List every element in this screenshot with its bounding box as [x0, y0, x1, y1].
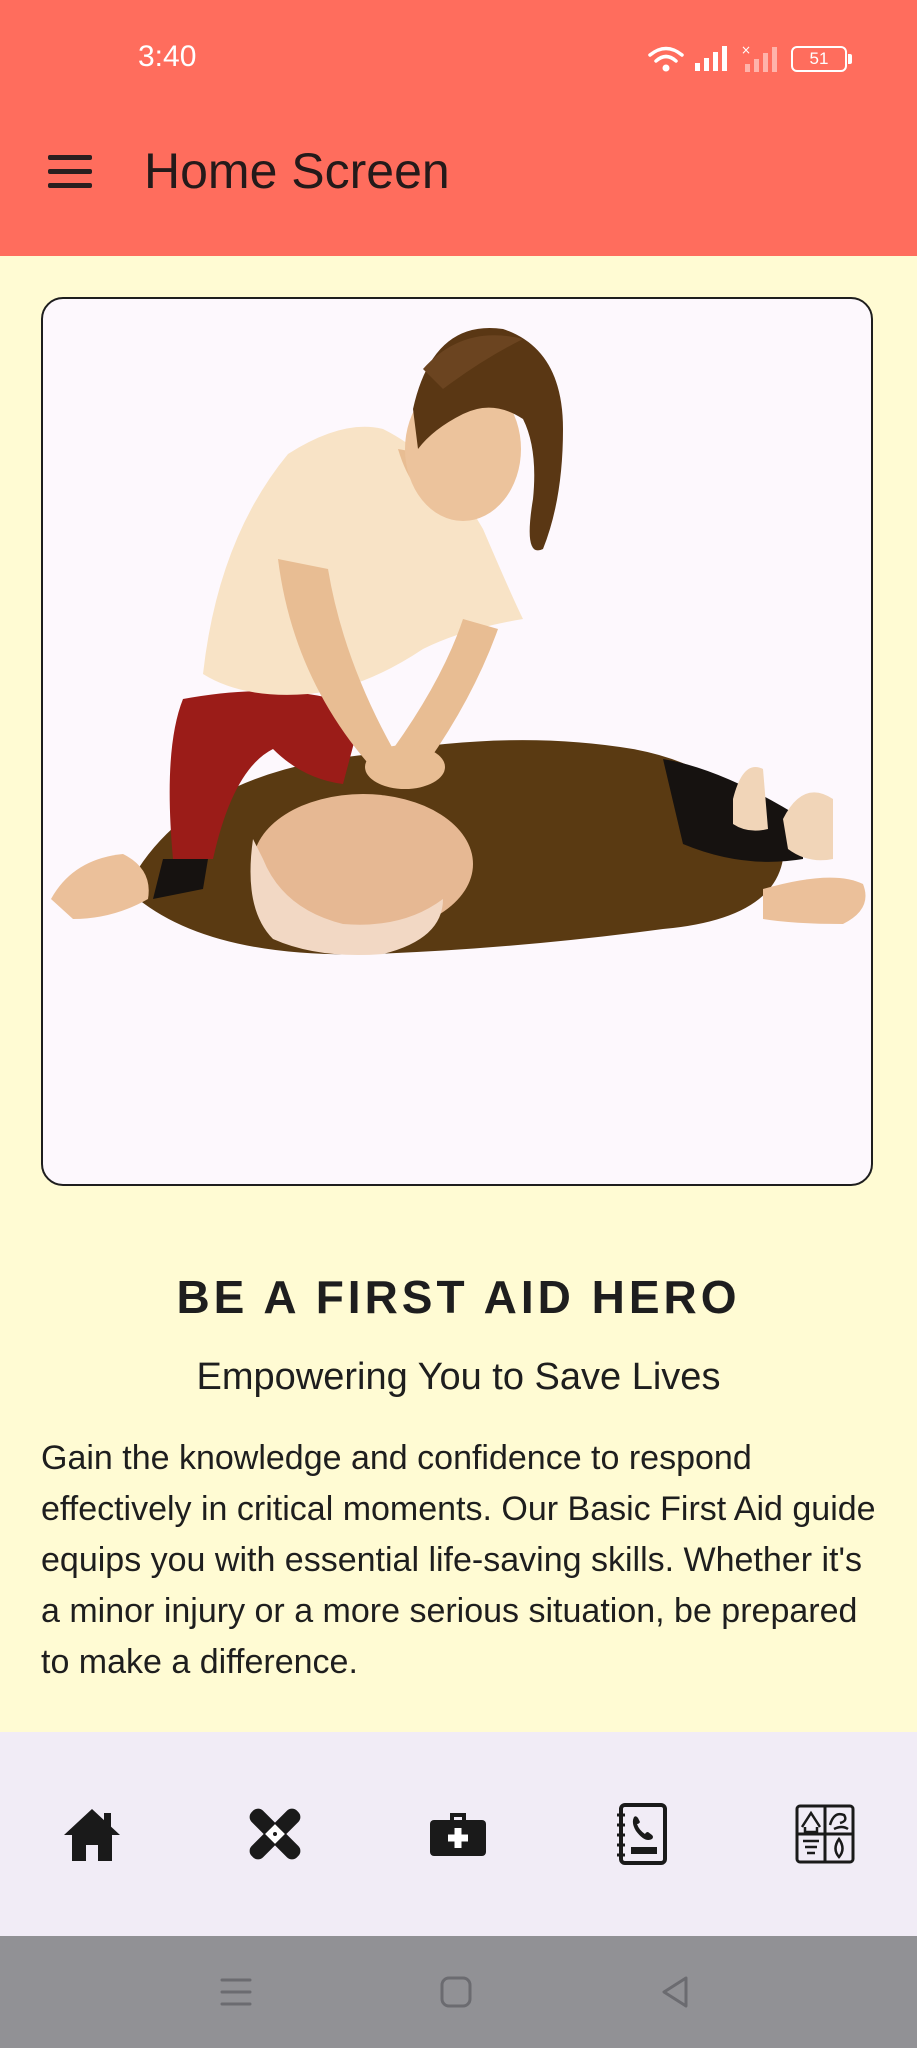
wifi-icon — [648, 46, 684, 72]
phonebook-icon — [616, 1803, 667, 1865]
nav-phonebook[interactable] — [602, 1794, 682, 1874]
menu-button[interactable] — [44, 152, 96, 192]
nav-first-aid-kit[interactable] — [418, 1794, 498, 1874]
subheadline: Empowering You to Save Lives — [196, 1356, 721, 1398]
status-time: 3:40 — [138, 40, 197, 73]
signal-off-icon: × — [741, 44, 777, 72]
body-text: Gain the knowledge and confidence to res… — [41, 1439, 876, 1681]
headline: BE A FIRST AID HERO — [176, 1271, 741, 1323]
bandage-icon — [249, 1808, 301, 1860]
first-aid-kit-icon — [430, 1813, 487, 1856]
system-navigation-bar — [0, 1936, 917, 2048]
disaster-icon — [795, 1804, 855, 1864]
hero-image-card — [41, 297, 873, 1186]
nav-disaster[interactable] — [785, 1794, 865, 1874]
page-title: Home Screen — [144, 143, 450, 199]
home-icon — [63, 1809, 120, 1861]
back-icon[interactable] — [650, 1966, 702, 2018]
signal-icon — [695, 46, 727, 71]
recents-icon[interactable] — [210, 1966, 262, 2018]
battery-indicator: 51 — [791, 46, 852, 72]
svg-text:×: × — [741, 44, 751, 57]
cpr-illustration-icon — [51, 328, 866, 955]
hamburger-menu-icon — [48, 155, 92, 160]
status-icons: × 51 — [647, 42, 852, 76]
nav-bandage[interactable] — [235, 1794, 315, 1874]
system-home-icon[interactable] — [430, 1966, 482, 2018]
app-header: 3:40 × 51 Home Screen — [0, 0, 917, 256]
nav-home[interactable] — [52, 1794, 132, 1874]
bottom-navigation — [0, 1732, 917, 1936]
